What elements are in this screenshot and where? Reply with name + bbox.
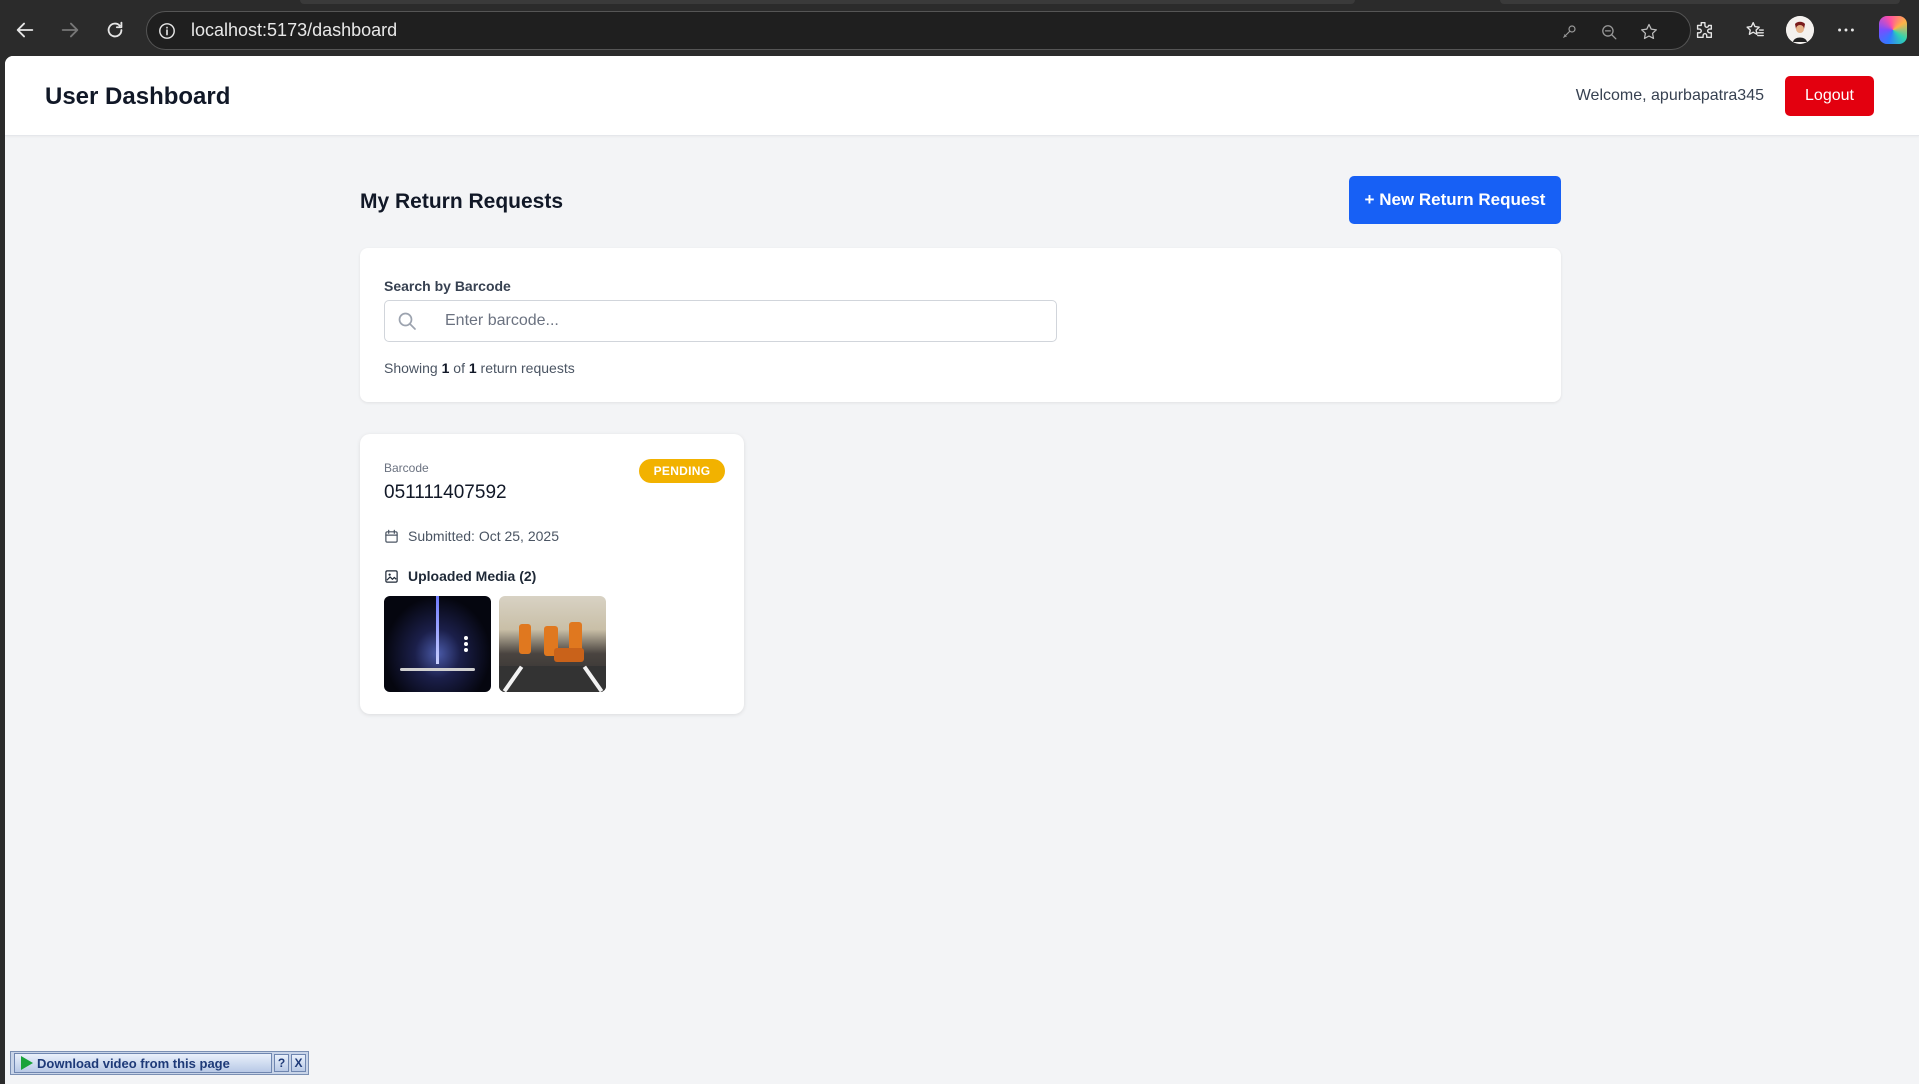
results-mid: of [449,360,469,376]
more-menu-icon[interactable] [1832,16,1860,44]
results-suffix: return requests [476,360,575,376]
url-text[interactable]: localhost:5173/dashboard [191,20,397,41]
favorites-icon[interactable] [1741,16,1769,44]
tab-strip-segment [1500,0,1900,4]
image-icon [385,569,398,583]
site-info-icon[interactable] [157,21,177,41]
barcode-value: 051111407592 [384,482,507,503]
browser-toolbar: localhost:5173/dashboard [0,0,1919,60]
search-label: Search by Barcode [384,278,511,294]
copilot-icon[interactable] [1879,16,1907,44]
results-prefix: Showing [384,360,442,376]
video-progress-bar[interactable] [400,668,475,671]
logout-button[interactable]: Logout [1785,76,1874,116]
forward-button[interactable] [54,14,86,46]
app-header: User Dashboard Welcome, apurbapatra345 L… [5,56,1919,136]
video-thumbnail[interactable] [384,596,491,692]
uploaded-media-heading: Uploaded Media (2) [384,568,536,584]
video-light-beam [436,596,439,664]
close-button[interactable]: X [291,1054,306,1072]
photo-figure [554,648,584,662]
key-icon[interactable] [1557,20,1581,44]
search-icon [398,312,416,330]
download-video-bar: Download video from this page ? X [10,1051,309,1075]
submitted-text: Submitted: Oct 25, 2025 [408,528,559,544]
arrow-right-icon [61,22,79,38]
address-bar[interactable]: localhost:5173/dashboard [146,11,1691,50]
favorite-star-icon[interactable] [1637,20,1661,44]
tab-strip [0,0,1919,6]
help-button[interactable]: ? [274,1054,289,1072]
arrow-left-icon [16,22,34,38]
submitted-date: Submitted: Oct 25, 2025 [384,528,559,544]
new-return-request-button[interactable]: + New Return Request [1349,176,1561,224]
page-title: User Dashboard [45,83,231,110]
zoom-out-icon[interactable] [1597,20,1621,44]
section-title: My Return Requests [360,190,564,213]
results-count: Showing 1 of 1 return requests [384,360,575,376]
uploaded-media-label: Uploaded Media (2) [408,568,537,584]
search-input[interactable] [445,309,1045,333]
calendar-icon [385,529,398,543]
return-request-card[interactable]: Barcode 051111407592 PENDING Submitted: … [360,434,744,714]
play-icon [21,1056,33,1070]
image-thumbnail[interactable] [499,596,606,692]
search-card: Search by Barcode Showing 1 of 1 return … [360,248,1561,402]
download-video-label: Download video from this page [37,1055,230,1071]
total-count: 1 [468,360,477,376]
welcome-text: Welcome, apurbapatra345 [1575,87,1764,104]
back-button[interactable] [9,14,41,46]
status-badge: PENDING [639,459,725,483]
extensions-icon[interactable] [1690,16,1718,44]
barcode-label: Barcode [384,461,429,475]
reload-button[interactable] [99,14,131,46]
photo-figure [519,624,531,654]
page-viewport: User Dashboard Welcome, apurbapatra345 L… [5,56,1919,1084]
tab-strip-segment [300,0,1355,4]
profile-avatar[interactable] [1786,16,1814,44]
download-video-button[interactable]: Download video from this page [14,1053,272,1073]
video-menu-icon[interactable] [464,636,468,652]
reload-icon [107,21,123,38]
search-field[interactable] [384,300,1057,342]
